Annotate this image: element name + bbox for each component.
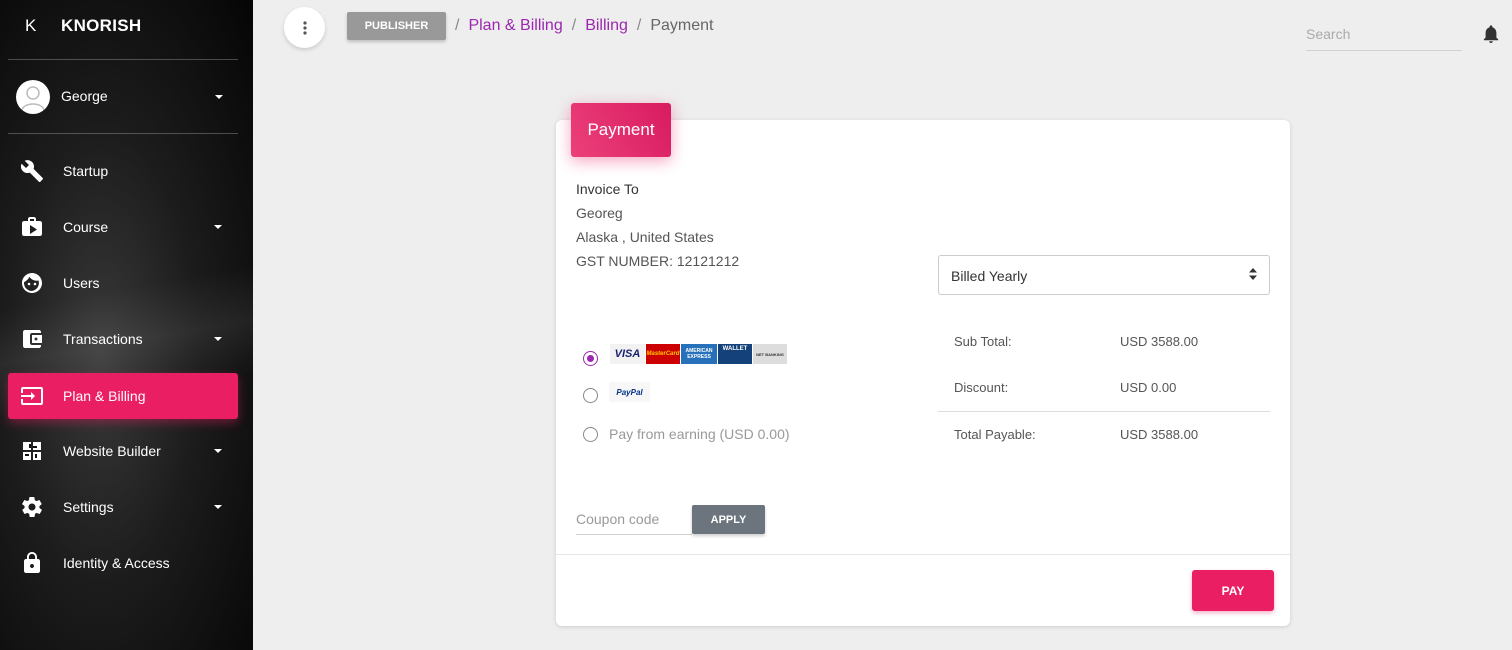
- sidebar-item-website-builder[interactable]: Website Builder: [8, 428, 238, 474]
- face-icon: [22, 273, 42, 293]
- subtotal-label: Sub Total:: [954, 334, 1012, 349]
- total-label: Total Payable:: [954, 427, 1036, 442]
- video-library-icon: [22, 217, 42, 236]
- coupon-input[interactable]: Coupon code: [576, 505, 692, 535]
- sidebar: K KNORISH George Startup Course Users Tr…: [0, 0, 253, 650]
- amex-logo: AMERICAN EXPRESS: [681, 344, 717, 364]
- chevron-down-icon: [214, 225, 222, 229]
- publisher-button[interactable]: PUBLISHER: [347, 12, 446, 40]
- chevron-down-icon: [214, 505, 222, 509]
- invoice-details: Invoice To Georeg Alaska , United States…: [576, 177, 739, 273]
- discount-label: Discount:: [954, 380, 1009, 395]
- more-menu-button[interactable]: [284, 7, 325, 48]
- card-title: Payment: [571, 103, 671, 157]
- sidebar-item-course[interactable]: Course: [8, 204, 238, 250]
- radio-paypal[interactable]: [583, 388, 598, 403]
- avatar-icon: [16, 80, 50, 114]
- brand-name: KNORISH: [61, 16, 142, 35]
- pay-button[interactable]: PAY: [1192, 570, 1274, 611]
- card-logos: VISA MasterCard AMERICAN EXPRESS WALLET …: [610, 344, 787, 364]
- earning-label: Pay from earning (USD 0.00): [609, 426, 790, 442]
- chevron-down-icon: [215, 95, 223, 99]
- bell-icon[interactable]: [1483, 25, 1499, 43]
- sidebar-item-startup[interactable]: Startup: [8, 148, 238, 194]
- divider: [556, 554, 1290, 555]
- billing-cycle-select[interactable]: Billed Yearly: [938, 255, 1270, 295]
- sidebar-item-label: Website Builder: [63, 443, 161, 459]
- logo-mark: K: [25, 16, 37, 35]
- sidebar-item-label: Startup: [63, 163, 109, 179]
- invoice-heading: Invoice To: [576, 181, 639, 197]
- wrench-icon: [20, 160, 43, 182]
- logo[interactable]: K KNORISH: [0, 0, 253, 52]
- radio-earning[interactable]: [583, 427, 598, 442]
- breadcrumb-current: Payment: [650, 17, 714, 34]
- sidebar-item-label: Users: [63, 275, 100, 291]
- chevron-down-icon: [214, 449, 222, 453]
- search-input[interactable]: Search: [1306, 24, 1462, 51]
- sidebar-item-label: Identity & Access: [63, 555, 170, 571]
- divider: [8, 59, 238, 60]
- invoice-gst: GST NUMBER: 12121212: [576, 253, 740, 269]
- chevron-down-icon: [214, 337, 222, 341]
- sidebar-item-settings[interactable]: Settings: [8, 484, 238, 530]
- sidebar-item-identity-access[interactable]: Identity & Access: [8, 540, 238, 586]
- invoice-location: Alaska , United States: [576, 229, 714, 245]
- divider: [8, 133, 238, 134]
- select-arrows-icon: [1249, 268, 1257, 280]
- sidebar-item-label: Transactions: [63, 331, 143, 347]
- wallet-logo: WALLET: [718, 344, 752, 364]
- apply-coupon-button[interactable]: APPLY: [692, 505, 765, 534]
- paypal-logo: PayPal: [609, 382, 650, 402]
- sidebar-item-label: Plan & Billing: [63, 388, 146, 404]
- netbanking-logo: NET BANKING: [753, 344, 787, 364]
- invoice-name: Georeg: [576, 205, 623, 221]
- widgets-icon: [23, 442, 41, 460]
- sidebar-item-users[interactable]: Users: [8, 260, 238, 306]
- sidebar-item-label: Settings: [63, 499, 114, 515]
- wallet-icon: [23, 330, 42, 348]
- sidebar-item-plan-billing[interactable]: Plan & Billing: [8, 373, 238, 419]
- breadcrumb: / Plan & Billing / Billing / Payment: [455, 17, 714, 35]
- login-arrow-icon: [21, 387, 43, 405]
- radio-card[interactable]: [583, 351, 598, 366]
- divider: [938, 411, 1270, 412]
- lock-icon: [24, 552, 40, 573]
- user-menu[interactable]: George: [0, 68, 253, 124]
- breadcrumb-plan-billing[interactable]: Plan & Billing: [468, 17, 562, 35]
- more-vert-icon: [302, 20, 307, 35]
- user-name: George: [61, 88, 108, 104]
- sidebar-item-label: Course: [63, 219, 109, 235]
- total-value: USD 3588.00: [1120, 427, 1199, 442]
- billing-cycle-value: Billed Yearly: [951, 268, 1028, 284]
- mastercard-logo: MasterCard: [646, 344, 680, 364]
- discount-value: USD 0.00: [1120, 380, 1177, 395]
- sidebar-item-transactions[interactable]: Transactions: [8, 316, 238, 362]
- breadcrumb-billing[interactable]: Billing: [585, 17, 628, 35]
- gear-icon: [22, 497, 42, 517]
- visa-logo: VISA: [610, 344, 645, 364]
- subtotal-value: USD 3588.00: [1120, 334, 1199, 349]
